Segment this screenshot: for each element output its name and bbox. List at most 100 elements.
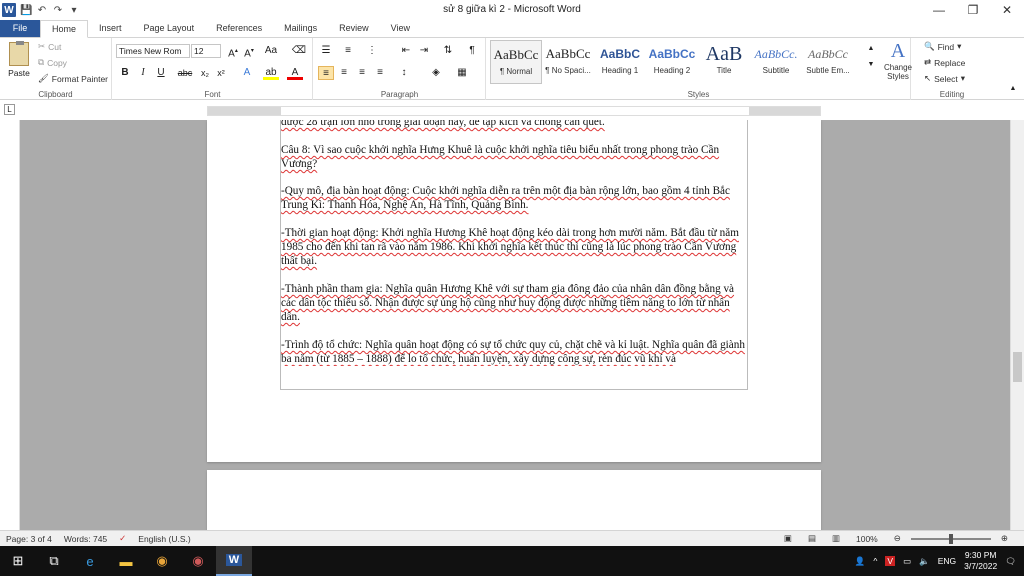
page-count[interactable]: Page: 3 of 4 — [0, 534, 58, 544]
numbering-icon[interactable]: ≡ — [340, 44, 356, 58]
bullets-icon[interactable]: ☰ — [318, 44, 334, 58]
horizontal-ruler[interactable] — [207, 106, 821, 116]
proofing-icon[interactable]: ✓ — [113, 533, 132, 544]
find-button[interactable]: 🔍 Find ▾ — [924, 41, 961, 52]
bold-icon[interactable]: B — [117, 66, 133, 80]
zoom-out-icon[interactable]: ⊖ — [888, 533, 907, 544]
styles-scroll-down-icon[interactable]: ▼ — [863, 58, 879, 72]
vertical-ruler[interactable] — [0, 120, 20, 530]
replace-button[interactable]: ⇄ Replace — [924, 57, 965, 68]
network-icon[interactable]: ▭ — [903, 556, 911, 567]
superscript-icon[interactable]: x² — [213, 66, 229, 80]
align-left-icon[interactable]: ≡ — [318, 66, 334, 80]
clock[interactable]: 9:30 PM 3/7/2022 — [964, 550, 997, 572]
change-case-icon[interactable]: Aa — [263, 44, 279, 58]
collapse-ribbon-icon[interactable]: ▲ — [1005, 82, 1021, 96]
tab-review[interactable]: Review — [328, 20, 380, 37]
language-indicator[interactable]: English (U.S.) — [132, 534, 196, 544]
tab-references[interactable]: References — [205, 20, 273, 37]
redo-icon[interactable]: ↷ — [52, 5, 64, 16]
font-name-combo[interactable]: Times New Rom — [116, 44, 190, 58]
multilevel-list-icon[interactable]: ⋮ — [364, 44, 380, 58]
zoom-slider[interactable] — [910, 533, 991, 544]
clear-formatting-icon[interactable]: ⌫ — [291, 44, 307, 58]
strikethrough-icon[interactable]: abc — [177, 66, 193, 80]
tab-home[interactable]: Home — [40, 20, 89, 38]
restore-icon[interactable]: ❐ — [956, 0, 990, 20]
task-view-icon[interactable]: ⧉ — [36, 546, 72, 576]
paragraph[interactable]: -Thời gian hoạt động: Khởi nghĩa Hương K… — [281, 226, 751, 268]
copy-button[interactable]: ⧉ Copy — [38, 57, 67, 68]
volume-icon[interactable]: 🔈 — [919, 556, 930, 567]
text-effects-icon[interactable]: A — [239, 66, 255, 80]
zoom-level[interactable]: 100% — [850, 534, 884, 544]
paragraph[interactable]: được 28 trận lớn nhỏ trong giai đoạn này… — [281, 120, 751, 129]
text-box[interactable]: được 28 trận lớn nhỏ trong giai đoạn này… — [280, 120, 748, 390]
tab-file[interactable]: File — [0, 20, 40, 37]
format-painter-button[interactable]: 🖌 Format Painter — [38, 73, 108, 84]
underline-icon[interactable]: U — [153, 66, 169, 80]
show-hidden-icon[interactable]: ^ — [873, 556, 877, 566]
print-layout-icon[interactable]: ▣ — [778, 533, 798, 544]
start-icon[interactable]: ⊞ — [0, 546, 36, 576]
paragraph[interactable]: Câu 8: Vì sao cuộc khởi nghĩa Hưng Khuê … — [281, 143, 751, 171]
grow-font-icon[interactable]: A▴ — [225, 44, 241, 59]
input-language[interactable]: ENG — [938, 556, 956, 566]
cut-button[interactable]: ✂ Cut — [38, 41, 61, 52]
word-taskbar-icon[interactable]: W — [216, 546, 252, 576]
style-title[interactable]: AaB Title — [698, 40, 750, 84]
save-icon[interactable]: 💾 — [20, 5, 32, 16]
word-count[interactable]: Words: 745 — [58, 534, 113, 544]
style-no-spacing[interactable]: AaBbCc ¶ No Spaci... — [542, 40, 594, 84]
decrease-indent-icon[interactable]: ⇤ — [398, 44, 414, 58]
notifications-icon[interactable]: 🗨 — [1005, 556, 1016, 567]
italic-icon[interactable]: I — [135, 66, 151, 80]
tab-view[interactable]: View — [380, 20, 421, 37]
style-subtle-emphasis[interactable]: AaBbCc Subtle Em... — [802, 40, 854, 84]
justify-icon[interactable]: ≡ — [372, 66, 388, 80]
undo-icon[interactable]: ↶ — [36, 5, 48, 16]
style-heading-1[interactable]: AaBbC Heading 1 — [594, 40, 646, 84]
select-button[interactable]: ↖ Select ▾ — [924, 73, 965, 84]
close-icon[interactable]: ✕ — [990, 0, 1024, 20]
shrink-font-icon[interactable]: A▾ — [241, 44, 257, 59]
tab-mailings[interactable]: Mailings — [273, 20, 328, 37]
paste-button[interactable]: Paste — [6, 41, 32, 78]
customize-qat-icon[interactable]: ▾ — [68, 5, 80, 16]
line-spacing-icon[interactable]: ↕ — [396, 66, 412, 80]
chrome-icon[interactable]: ◉ — [144, 546, 180, 576]
edge-icon[interactable]: e — [72, 546, 108, 576]
font-color-icon[interactable]: A — [287, 66, 303, 80]
sort-icon[interactable]: ⇅ — [440, 44, 456, 58]
tab-insert[interactable]: Insert — [88, 20, 133, 37]
people-icon[interactable]: 👤 — [855, 556, 866, 567]
style-subtitle[interactable]: AaBbCc. Subtitle — [750, 40, 802, 84]
font-size-combo[interactable]: 12 — [191, 44, 221, 58]
change-styles-button[interactable]: A Change Styles — [881, 40, 915, 81]
scroll-thumb[interactable] — [1013, 352, 1022, 382]
style-normal[interactable]: AaBbCc ¶ Normal — [490, 40, 542, 84]
word-logo-icon[interactable]: W — [2, 3, 16, 17]
chrome-profile-icon[interactable]: ◉ — [180, 546, 216, 576]
align-right-icon[interactable]: ≡ — [354, 66, 370, 80]
styles-scroll-up-icon[interactable]: ▲ — [863, 42, 879, 56]
zoom-in-icon[interactable]: ⊕ — [995, 533, 1014, 544]
tab-selector-icon[interactable]: L — [4, 104, 15, 115]
highlight-icon[interactable]: ab — [263, 66, 279, 80]
paragraph[interactable]: -Quy mô, địa bàn hoạt động: Cuộc khởi ng… — [281, 184, 751, 212]
file-explorer-icon[interactable]: ▬ — [108, 546, 144, 576]
web-layout-icon[interactable]: ▥ — [826, 533, 846, 544]
vertical-scrollbar[interactable] — [1010, 120, 1024, 530]
paragraph[interactable]: -Thành phần tham gia: Nghĩa quân Hương K… — [281, 282, 751, 324]
align-center-icon[interactable]: ≡ — [336, 66, 352, 80]
full-screen-icon[interactable]: ▤ — [802, 533, 822, 544]
increase-indent-icon[interactable]: ⇥ — [416, 44, 432, 58]
show-marks-icon[interactable]: ¶ — [464, 44, 480, 58]
subscript-icon[interactable]: x₂ — [197, 66, 213, 80]
paragraph[interactable]: -Trình độ tổ chức: Nghĩa quân hoạt động … — [281, 338, 751, 366]
style-heading-2[interactable]: AaBbCc Heading 2 — [646, 40, 698, 84]
minimize-icon[interactable]: — — [922, 0, 956, 20]
antivirus-icon[interactable]: V — [885, 556, 896, 566]
shading-icon[interactable]: ◈ — [428, 66, 444, 80]
borders-icon[interactable]: ▦ — [454, 66, 470, 80]
